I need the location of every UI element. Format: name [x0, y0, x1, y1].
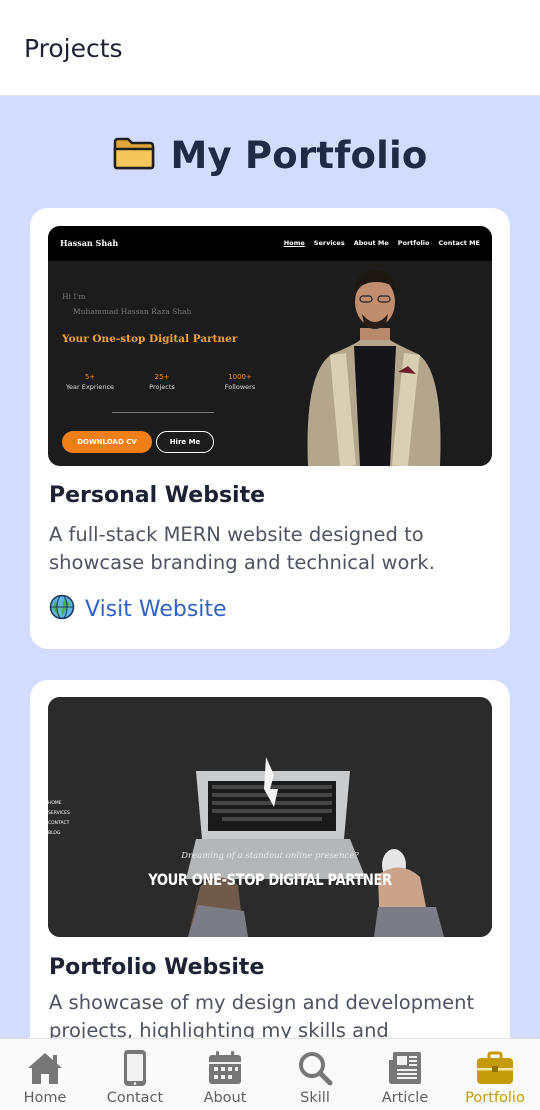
project-description: A full-stack MERN website designed to sh…: [49, 523, 435, 574]
preview-nav-links: Home Services About Me Portfolio Contact…: [284, 239, 480, 247]
preview-nav-item: Contact ME: [438, 239, 481, 247]
project-card: Hassan Shah Home Services About Me Portf…: [30, 208, 510, 649]
tab-label: Home: [23, 1090, 67, 1106]
phone-icon: [115, 1049, 155, 1087]
tab-portfolio[interactable]: Portfolio: [450, 1039, 540, 1110]
preview-subheading: Dreaming of a standout online presence?: [181, 851, 359, 861]
page-title: Projects: [24, 34, 123, 63]
preview-greeting: Hi I'm: [62, 292, 86, 301]
tab-article[interactable]: Article: [360, 1039, 450, 1110]
project-title: Portfolio Website: [49, 955, 265, 980]
search-icon: [295, 1049, 335, 1087]
preview-heading: YOUR ONE-STOP DIGITAL PARTNER: [148, 870, 392, 889]
portfolio-content[interactable]: My Portfolio Hassan Shah Home Services A…: [0, 96, 540, 1038]
preview-tagline: Your One-stop Digital Partner: [62, 333, 238, 345]
tab-label: Contact: [106, 1090, 164, 1106]
visit-website-link[interactable]: Visit Website: [49, 594, 227, 624]
laptop-illustration: [48, 697, 492, 937]
tab-label: Portfolio: [465, 1090, 525, 1106]
section-title: My Portfolio: [170, 133, 428, 177]
project-preview-image: HOME SERVICES CONTACT BLOG Dreaming of a…: [48, 697, 492, 937]
project-title: Personal Website: [49, 483, 266, 508]
preview-side-menu: HOME SERVICES CONTACT BLOG: [48, 801, 70, 836]
portrait-image: [307, 269, 441, 466]
briefcase-icon: [475, 1049, 515, 1087]
bottom-tab-bar: Home Contact About Skill Article Portfol…: [0, 1038, 540, 1110]
tab-contact[interactable]: Contact: [90, 1039, 180, 1110]
tab-home[interactable]: Home: [0, 1039, 90, 1110]
preview-hire-button: Hire Me: [156, 431, 214, 453]
preview-divider: [112, 412, 214, 413]
preview-brand: Hassan Shah: [60, 238, 119, 248]
project-preview-image: Hassan Shah Home Services About Me Portf…: [48, 226, 492, 466]
project-card: HOME SERVICES CONTACT BLOG Dreaming of a…: [30, 680, 510, 1038]
tab-skill[interactable]: Skill: [270, 1039, 360, 1110]
preview-name: Muhammad Hassan Raza Shah: [73, 307, 192, 316]
visit-website-label: Visit Website: [85, 596, 227, 622]
preview-nav-item: About Me: [353, 239, 389, 247]
project-description: A showcase of my design and development …: [49, 991, 475, 1038]
preview-stat: 25+ Projects: [149, 373, 175, 391]
preview-nav-item: Services: [313, 239, 345, 247]
tab-label: Skill: [300, 1090, 330, 1106]
preview-navbar: Hassan Shah Home Services About Me Portf…: [48, 226, 492, 261]
newspaper-icon: [385, 1049, 425, 1087]
preview-stat: 5+ Year Exprience: [65, 373, 115, 391]
preview-nav-item: Home: [283, 239, 305, 247]
folder-icon: [113, 136, 155, 174]
app-header: Projects: [0, 0, 540, 96]
globe-icon: [49, 594, 75, 624]
calendar-icon: [205, 1049, 245, 1087]
section-heading: My Portfolio: [0, 130, 540, 180]
tab-label: About: [203, 1090, 247, 1106]
home-icon: [25, 1049, 65, 1087]
tab-label: Article: [381, 1090, 429, 1106]
preview-nav-item: Portfolio: [397, 239, 430, 247]
preview-download-button: DOWNLOAD CV: [62, 431, 152, 453]
tab-about[interactable]: About: [180, 1039, 270, 1110]
preview-stat: 1000+ Followers: [224, 373, 256, 391]
